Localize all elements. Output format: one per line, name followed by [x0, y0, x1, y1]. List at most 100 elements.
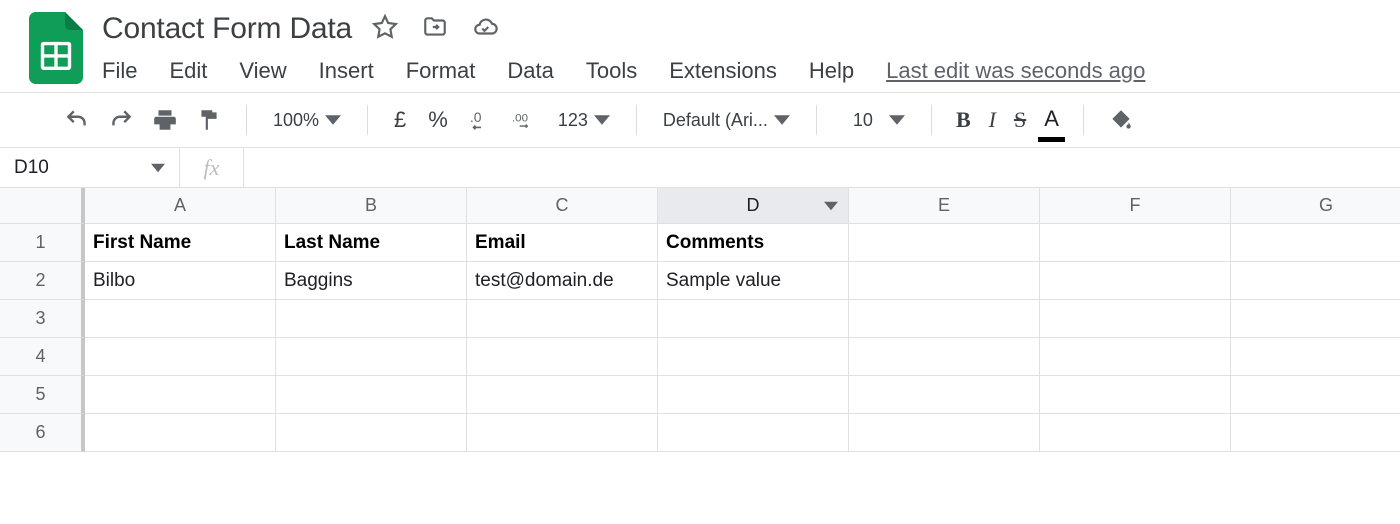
- menu-bar: File Edit View Insert Format Data Tools …: [102, 52, 1400, 84]
- menu-insert[interactable]: Insert: [319, 58, 374, 84]
- spreadsheet-grid[interactable]: A B C D E F G 1 First Name Last Name Ema…: [0, 188, 1400, 452]
- cell-A1[interactable]: First Name: [85, 224, 276, 262]
- chevron-down-icon: [889, 112, 905, 128]
- cell-D2[interactable]: Sample value: [658, 262, 849, 300]
- redo-button[interactable]: [104, 102, 138, 138]
- sheets-logo-icon[interactable]: [28, 12, 84, 84]
- zoom-select[interactable]: 100%: [267, 110, 347, 131]
- move-to-folder-icon[interactable]: [422, 14, 448, 45]
- bold-button[interactable]: B: [952, 102, 975, 138]
- undo-button[interactable]: [60, 102, 94, 138]
- col-header-A[interactable]: A: [85, 188, 276, 224]
- cell-F1[interactable]: [1040, 224, 1231, 262]
- row-header[interactable]: 4: [0, 338, 85, 376]
- cell-G5[interactable]: [1231, 376, 1400, 414]
- strikethrough-button[interactable]: S: [1010, 102, 1030, 138]
- col-header-C[interactable]: C: [467, 188, 658, 224]
- cell-E3[interactable]: [849, 300, 1040, 338]
- cloud-status-icon[interactable]: [472, 14, 498, 45]
- row-header[interactable]: 2: [0, 262, 85, 300]
- document-title[interactable]: Contact Form Data: [102, 12, 352, 46]
- svg-text:.00: .00: [512, 113, 528, 125]
- cell-E2[interactable]: [849, 262, 1040, 300]
- font-size-select[interactable]: 10: [837, 110, 911, 131]
- increase-decimal-button[interactable]: .00: [508, 102, 542, 138]
- cell-F2[interactable]: [1040, 262, 1231, 300]
- menu-extensions[interactable]: Extensions: [669, 58, 777, 84]
- cell-E1[interactable]: [849, 224, 1040, 262]
- toolbar: 100% £ % .0 .00 123 Default (Ari... 10 B…: [0, 92, 1400, 148]
- cell-C3[interactable]: [467, 300, 658, 338]
- currency-button[interactable]: £: [388, 107, 412, 133]
- text-color-button[interactable]: A: [1040, 102, 1063, 138]
- cell-G1[interactable]: [1231, 224, 1400, 262]
- last-edit-link[interactable]: Last edit was seconds ago: [886, 58, 1145, 84]
- cell-D6[interactable]: [658, 414, 849, 452]
- cell-A6[interactable]: [85, 414, 276, 452]
- fill-color-button[interactable]: [1104, 102, 1138, 138]
- menu-file[interactable]: File: [102, 58, 137, 84]
- cell-G4[interactable]: [1231, 338, 1400, 376]
- cell-E4[interactable]: [849, 338, 1040, 376]
- row-header[interactable]: 1: [0, 224, 85, 262]
- cell-C2[interactable]: test@domain.de: [467, 262, 658, 300]
- cell-G6[interactable]: [1231, 414, 1400, 452]
- paint-format-button[interactable]: [192, 102, 226, 138]
- col-header-E[interactable]: E: [849, 188, 1040, 224]
- fx-icon: fx: [180, 148, 244, 187]
- more-formats-button[interactable]: 123: [552, 110, 616, 131]
- decrease-decimal-button[interactable]: .0: [464, 102, 498, 138]
- cell-E6[interactable]: [849, 414, 1040, 452]
- col-header-D[interactable]: D: [658, 188, 849, 224]
- col-header-G[interactable]: G: [1231, 188, 1400, 224]
- cell-G3[interactable]: [1231, 300, 1400, 338]
- menu-data[interactable]: Data: [507, 58, 553, 84]
- cell-B3[interactable]: [276, 300, 467, 338]
- cell-C6[interactable]: [467, 414, 658, 452]
- cell-A2[interactable]: Bilbo: [85, 262, 276, 300]
- cell-F6[interactable]: [1040, 414, 1231, 452]
- col-header-B[interactable]: B: [276, 188, 467, 224]
- col-header-D-label: D: [747, 195, 760, 216]
- italic-button[interactable]: I: [985, 102, 1000, 138]
- chevron-down-icon: [151, 161, 165, 175]
- font-select[interactable]: Default (Ari...: [657, 110, 796, 131]
- menu-edit[interactable]: Edit: [169, 58, 207, 84]
- cell-G2[interactable]: [1231, 262, 1400, 300]
- cell-F3[interactable]: [1040, 300, 1231, 338]
- column-menu-icon[interactable]: [820, 196, 842, 216]
- cell-D1[interactable]: Comments: [658, 224, 849, 262]
- cell-B1[interactable]: Last Name: [276, 224, 467, 262]
- cell-B6[interactable]: [276, 414, 467, 452]
- menu-tools[interactable]: Tools: [586, 58, 637, 84]
- formula-input[interactable]: [244, 148, 1400, 187]
- cell-D5[interactable]: [658, 376, 849, 414]
- print-button[interactable]: [148, 102, 182, 138]
- cell-C1[interactable]: Email: [467, 224, 658, 262]
- row-header[interactable]: 5: [0, 376, 85, 414]
- percent-button[interactable]: %: [422, 107, 454, 133]
- cell-A3[interactable]: [85, 300, 276, 338]
- row-header[interactable]: 3: [0, 300, 85, 338]
- cell-E5[interactable]: [849, 376, 1040, 414]
- cell-A5[interactable]: [85, 376, 276, 414]
- select-all-corner[interactable]: [0, 188, 85, 224]
- cell-B4[interactable]: [276, 338, 467, 376]
- separator: [636, 105, 637, 135]
- cell-B5[interactable]: [276, 376, 467, 414]
- menu-help[interactable]: Help: [809, 58, 854, 84]
- row-header[interactable]: 6: [0, 414, 85, 452]
- cell-C5[interactable]: [467, 376, 658, 414]
- menu-format[interactable]: Format: [406, 58, 476, 84]
- name-box[interactable]: D10: [0, 148, 180, 187]
- cell-B2[interactable]: Baggins: [276, 262, 467, 300]
- cell-D4[interactable]: [658, 338, 849, 376]
- cell-D3[interactable]: [658, 300, 849, 338]
- cell-A4[interactable]: [85, 338, 276, 376]
- star-icon[interactable]: [372, 14, 398, 45]
- cell-F5[interactable]: [1040, 376, 1231, 414]
- menu-view[interactable]: View: [239, 58, 286, 84]
- cell-F4[interactable]: [1040, 338, 1231, 376]
- col-header-F[interactable]: F: [1040, 188, 1231, 224]
- cell-C4[interactable]: [467, 338, 658, 376]
